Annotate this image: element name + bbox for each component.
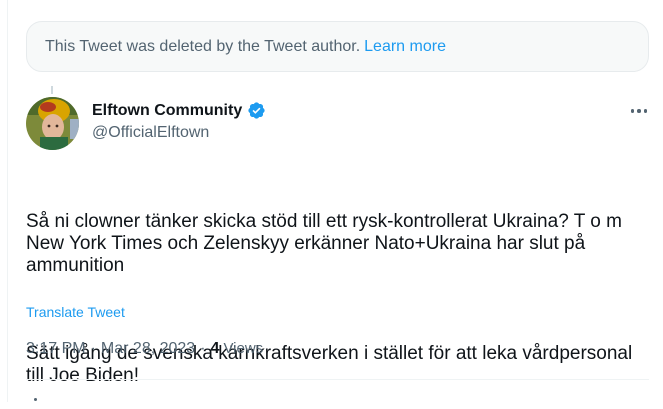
tweet-metadata: 3:17 PM · Mar 28, 2023 · 4 Views bbox=[26, 340, 263, 358]
deleted-tweet-text: This Tweet was deleted by the Tweet auth… bbox=[45, 37, 361, 55]
author-handle[interactable]: @OfficialElftown bbox=[92, 124, 209, 142]
separator-dot: · bbox=[200, 340, 206, 357]
verified-badge-icon bbox=[247, 101, 266, 120]
deleted-tweet-notice: This Tweet was deleted by the Tweet auth… bbox=[26, 21, 649, 72]
separator-dot: · bbox=[90, 340, 96, 357]
tweet-time[interactable]: 3:17 PM bbox=[26, 340, 86, 358]
avatar[interactable] bbox=[26, 97, 79, 150]
thread-connector-line bbox=[51, 86, 53, 94]
views-count: 4 bbox=[210, 340, 220, 357]
action-bar-icon[interactable] bbox=[34, 398, 37, 401]
tweet-date[interactable]: Mar 28, 2023 bbox=[101, 340, 195, 358]
translate-tweet-link[interactable]: Translate Tweet bbox=[26, 304, 125, 320]
views-label: Views bbox=[223, 340, 264, 357]
divider bbox=[26, 379, 649, 380]
avatar-image bbox=[26, 97, 79, 150]
tweet-text: Så ni clowner tänker skicka stöd till et… bbox=[26, 167, 651, 409]
author-name-text: Elftown Community bbox=[92, 101, 243, 119]
learn-more-link[interactable]: Learn more bbox=[364, 38, 446, 56]
author-name[interactable]: Elftown Community bbox=[92, 101, 266, 120]
tweet-paragraph-1: Så ni clowner tänker skicka stöd till et… bbox=[26, 211, 628, 276]
more-options-icon[interactable] bbox=[628, 102, 650, 120]
